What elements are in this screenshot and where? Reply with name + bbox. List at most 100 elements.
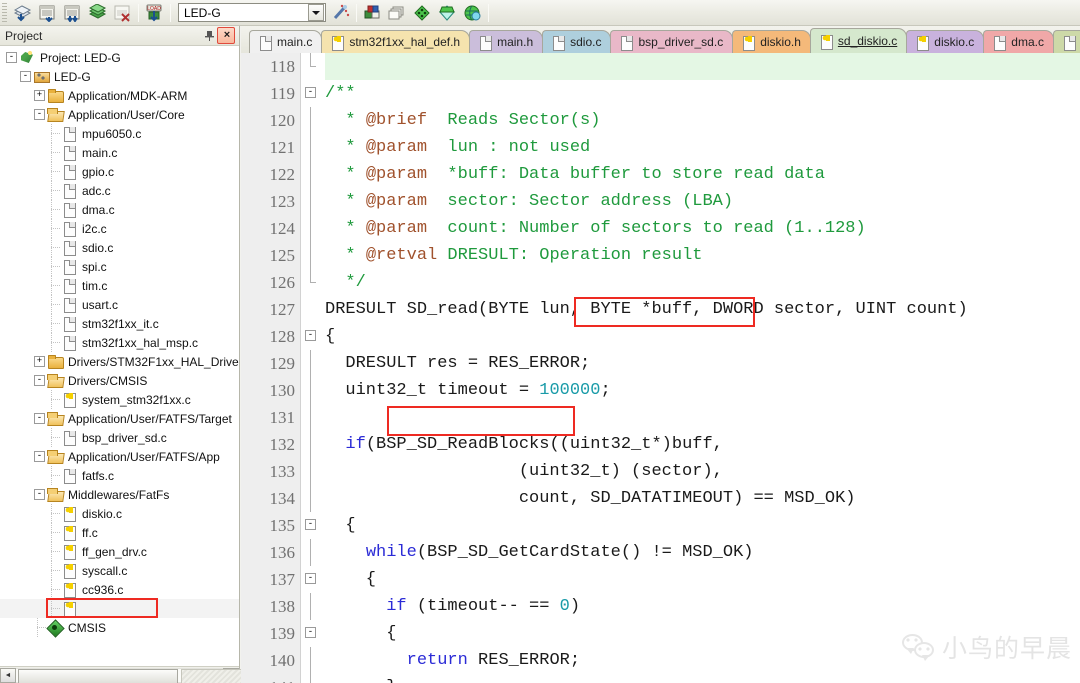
collapse-toggle-icon[interactable]: - xyxy=(34,375,45,386)
code-line[interactable]: 132 if(BSP_SD_ReadBlocks((uint32_t*)buff… xyxy=(241,431,1080,458)
code-line[interactable]: 133 (uint32_t) (sector), xyxy=(241,458,1080,485)
collapse-toggle-icon[interactable]: - xyxy=(34,489,45,500)
collapse-toggle-icon[interactable]: - xyxy=(34,109,45,120)
editor-tab-main-c[interactable]: main.c xyxy=(249,30,323,53)
tree-item-fatfs-c[interactable]: fatfs.c xyxy=(0,466,239,485)
code-line[interactable]: 125 * @retval DRESULT: Operation result xyxy=(241,242,1080,269)
tree-item-main-c[interactable]: main.c xyxy=(0,143,239,162)
code-line[interactable]: 118 xyxy=(241,53,1080,80)
tree-item-application-user-fatfs-target[interactable]: - Application/User/FATFS/Target xyxy=(0,409,239,428)
expand-toggle-icon[interactable]: + xyxy=(34,90,45,101)
build-icon[interactable] xyxy=(35,2,60,24)
code-line[interactable]: 139- { xyxy=(241,620,1080,647)
code-line[interactable]: 119-/** xyxy=(241,80,1080,107)
scroll-left-icon[interactable]: ◄ xyxy=(0,667,16,683)
code-line[interactable]: 131 xyxy=(241,404,1080,431)
fold-collapse-icon[interactable]: - xyxy=(305,573,316,584)
collapse-toggle-icon[interactable]: - xyxy=(6,52,17,63)
tree-item-adc-c[interactable]: adc.c xyxy=(0,181,239,200)
editor-tab-bsp-driver-sd-c[interactable]: bsp_driver_sd.c xyxy=(610,30,734,53)
tree-item-led-g[interactable]: - LED-G xyxy=(0,67,239,86)
code-line[interactable]: 135- { xyxy=(241,512,1080,539)
editor-tab-diskio-h[interactable]: diskio.h xyxy=(732,30,811,53)
code-line[interactable]: 137- { xyxy=(241,566,1080,593)
tree-item-sd-diskio-c[interactable]: sd_diskio.c xyxy=(0,599,239,618)
editor-tabbar[interactable]: main.c stm32f1xx_hal_def.h main.h sdio.c bsp… xyxy=(241,26,1080,53)
code-line[interactable]: 127 DRESULT SD_read(BYTE lun, BYTE *buff,… xyxy=(241,296,1080,323)
collapse-toggle-icon[interactable]: - xyxy=(20,71,31,82)
editor-tab-main-h[interactable]: main.h xyxy=(469,30,544,53)
tree-item-drivers-stm32f1xx-hal-driver[interactable]: + Drivers/STM32F1xx_HAL_Driver xyxy=(0,352,239,371)
tree-item-cc936-c[interactable]: cc936.c xyxy=(0,580,239,599)
code-line[interactable]: 134 count, SD_DATATIMEOUT) == MSD_OK) xyxy=(241,485,1080,512)
collapse-toggle-icon[interactable]: - xyxy=(34,451,45,462)
code-line[interactable]: 121 * @param lun : not used xyxy=(241,134,1080,161)
code-line[interactable]: 123 * @param sector: Sector address (LBA… xyxy=(241,188,1080,215)
rebuild-icon[interactable] xyxy=(60,2,85,24)
fold-collapse-icon[interactable]: - xyxy=(305,330,316,341)
code-line[interactable]: 126 */ xyxy=(241,269,1080,296)
code-line[interactable]: 136 while(BSP_SD_GetCardState() != MSD_O… xyxy=(241,539,1080,566)
tree-item-syscall-c[interactable]: syscall.c xyxy=(0,561,239,580)
tree-item-bsp-driver-sd-c[interactable]: bsp_driver_sd.c xyxy=(0,428,239,447)
code-line[interactable]: 128-{ xyxy=(241,323,1080,350)
project-tree[interactable]: - Project: LED-G - LED-G + Application/MDK-AR… xyxy=(0,46,239,663)
chevron-down-icon[interactable] xyxy=(308,4,324,21)
source-code[interactable]: 118 119-/** 120 * @brief Reads Sector(s) 12… xyxy=(241,53,1080,683)
batch-build-icon[interactable] xyxy=(85,2,110,24)
code-line[interactable]: 140 return RES_ERROR; xyxy=(241,647,1080,674)
fold-collapse-icon[interactable]: - xyxy=(305,519,316,530)
tree-item-i2c-c[interactable]: i2c.c xyxy=(0,219,239,238)
fold-collapse-icon[interactable]: - xyxy=(305,87,316,98)
project-hscrollbar[interactable]: ◄ ► xyxy=(0,666,257,683)
tree-item-application-user-core[interactable]: - Application/User/Core xyxy=(0,105,239,124)
tree-item-stm32f1xx-it-c[interactable]: stm32f1xx_it.c xyxy=(0,314,239,333)
editor-tab-extra-9[interactable] xyxy=(1052,30,1080,53)
tree-item-mpu6050-c[interactable]: mpu6050.c xyxy=(0,124,239,143)
config-wizard-icon[interactable] xyxy=(328,2,353,24)
collapse-toggle-icon[interactable]: - xyxy=(34,413,45,424)
toolbar-grip[interactable] xyxy=(2,2,7,23)
tree-item-application-mdk-arm[interactable]: + Application/MDK-ARM xyxy=(0,86,239,105)
close-icon[interactable]: × xyxy=(217,26,235,44)
tree-item-system-stm32f1xx-c[interactable]: system_stm32f1xx.c xyxy=(0,390,239,409)
code-line[interactable]: 122 * @param *buff: Data buffer to store… xyxy=(241,161,1080,188)
expand-toggle-icon[interactable]: + xyxy=(34,356,45,367)
code-line[interactable]: 124 * @param count: Number of sectors to… xyxy=(241,215,1080,242)
code-line[interactable]: 138 if (timeout-- == 0) xyxy=(241,593,1080,620)
editor-tab-diskio-c[interactable]: diskio.c xyxy=(906,30,985,53)
hscroll-track[interactable] xyxy=(16,667,257,683)
tree-item-ff-c[interactable]: ff.c xyxy=(0,523,239,542)
code-line[interactable]: 120 * @brief Reads Sector(s) xyxy=(241,107,1080,134)
download-icon[interactable]: LOAD xyxy=(142,2,167,24)
tree-item-dma-c[interactable]: dma.c xyxy=(0,200,239,219)
code-line[interactable]: 141 } xyxy=(241,674,1080,683)
manage-components-icon[interactable] xyxy=(385,2,410,24)
tree-item-sdio-c[interactable]: sdio.c xyxy=(0,238,239,257)
editor-tab-stm32f1xx-hal-def-h[interactable]: stm32f1xx_hal_def.h xyxy=(321,30,471,53)
tree-item-ff-gen-drv-c[interactable]: ff_gen_drv.c xyxy=(0,542,239,561)
tree-item-stm32f1xx-hal-msp-c[interactable]: stm32f1xx_hal_msp.c xyxy=(0,333,239,352)
tree-item-spi-c[interactable]: spi.c xyxy=(0,257,239,276)
editor-tab-dma-c[interactable]: dma.c xyxy=(983,30,1054,53)
tree-item-application-user-fatfs-app[interactable]: - Application/User/FATFS/App xyxy=(0,447,239,466)
pack-manager-icon[interactable] xyxy=(460,2,485,24)
target-options-icon[interactable] xyxy=(360,2,385,24)
code-line[interactable]: 130 uint32_t timeout = 100000; xyxy=(241,377,1080,404)
tree-item-usart-c[interactable]: usart.c xyxy=(0,295,239,314)
target-select[interactable]: LED-G xyxy=(178,3,326,22)
manage-run-time-icon[interactable] xyxy=(435,2,460,24)
code-viewport[interactable]: 118 119-/** 120 * @brief Reads Sector(s) 12… xyxy=(241,53,1080,683)
hscroll-thumb[interactable] xyxy=(18,668,178,683)
tree-item-middlewares-fatfs[interactable]: - Middlewares/FatFs xyxy=(0,485,239,504)
tree-item-project-led-g[interactable]: - Project: LED-G xyxy=(0,48,239,67)
pin-icon[interactable] xyxy=(201,28,217,44)
code-line[interactable]: 129 DRESULT res = RES_ERROR; xyxy=(241,350,1080,377)
tree-item-tim-c[interactable]: tim.c xyxy=(0,276,239,295)
pack-installer-icon[interactable] xyxy=(410,2,435,24)
editor-tab-sdio-c[interactable]: sdio.c xyxy=(542,30,612,53)
stop-build-icon[interactable] xyxy=(110,2,135,24)
tree-item-drivers-cmsis[interactable]: - Drivers/CMSIS xyxy=(0,371,239,390)
tree-item-diskio-c[interactable]: diskio.c xyxy=(0,504,239,523)
editor-tab-sd-diskio-c[interactable]: sd_diskio.c xyxy=(809,28,908,53)
